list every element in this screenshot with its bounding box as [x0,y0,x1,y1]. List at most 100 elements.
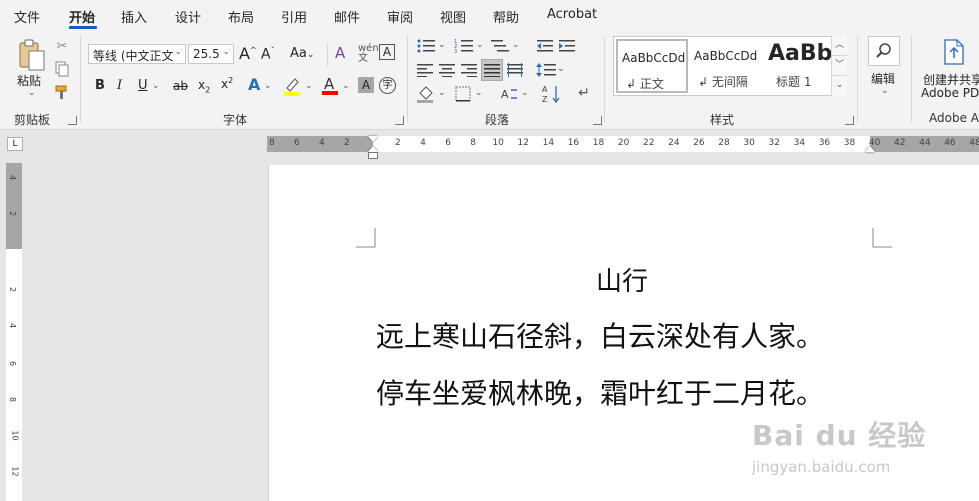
subscript-icon[interactable]: x2 [198,78,210,94]
chevron-down-icon[interactable]: ⌄ [475,88,483,98]
chevron-down-icon[interactable]: ⌄ [438,40,446,50]
more-styles-icon[interactable]: ⌄ [832,76,847,96]
asian-layout-icon[interactable]: A [499,85,519,103]
style-no-spacing[interactable]: AaBbCcDd ↲ 无间隔 [690,39,762,93]
tab-insert[interactable]: 插入 [121,7,147,26]
font-group-label: 字体 [223,113,248,127]
chevron-down-icon[interactable]: ⌄ [438,88,446,98]
tab-references[interactable]: 引用 [281,7,307,26]
line-spacing-icon[interactable] [536,61,556,79]
right-indent-marker[interactable] [865,146,875,152]
style-heading-1[interactable]: AaBb 标题 1 [764,39,836,93]
shrink-font-icon[interactable]: Aˇ [261,46,275,63]
increase-indent-icon[interactable] [558,37,576,55]
ruler-number: 32 [768,138,780,148]
chevron-down-icon[interactable]: ⌄ [557,64,565,74]
sort-icon[interactable]: AZ [542,84,562,104]
ruler-number: 10 [10,430,20,441]
tab-file[interactable]: 文件 [14,7,40,26]
ruler-number: 4 [8,322,18,329]
paragraph-launcher-icon[interactable] [593,116,602,125]
clipboard-launcher-icon[interactable] [68,116,77,125]
chevron-down-icon[interactable]: ⌄ [512,40,520,50]
tab-layout[interactable]: 布局 [228,7,254,26]
distributed-icon[interactable] [506,61,524,79]
style-name: 标题 1 [776,75,812,89]
align-right-icon[interactable] [460,61,478,79]
scroll-up-icon[interactable]: ︿ [832,36,847,56]
create-pdf-icon[interactable] [940,38,966,66]
decrease-indent-icon[interactable] [536,37,554,55]
vertical-ruler[interactable]: 4 2 2 4 6 8 10 12 [6,163,22,501]
highlight-icon[interactable] [283,76,301,96]
chevron-down-icon[interactable]: ⌄ [521,88,529,98]
strikethrough-icon[interactable]: ab [173,79,188,93]
align-center-icon[interactable] [438,61,456,79]
font-name-combo[interactable]: 等线 (中文正文 ⌄ [88,44,186,64]
adobe-pdf-label[interactable]: Adobe PDF [921,86,979,100]
bold-icon[interactable]: B [95,78,105,93]
character-shading-icon[interactable]: A [358,77,374,93]
ruler-number: 16 [567,138,580,148]
scroll-down-icon[interactable]: ﹀ [832,56,847,76]
align-left-icon[interactable] [416,61,434,79]
chevron-down-icon[interactable]: ⌄ [264,81,272,91]
tab-selector[interactable]: L [7,137,23,151]
numbering-icon[interactable]: 123 [454,37,474,55]
font-name-value: 等线 (中文正文 [93,49,174,63]
borders-icon[interactable] [454,85,472,103]
italic-icon[interactable]: I [117,78,122,93]
crop-mark [356,228,376,248]
paste-icon[interactable] [16,38,48,72]
justify-icon[interactable] [481,59,503,81]
left-indent-marker[interactable] [368,152,378,159]
style-gallery: AaBbCcDd ↲ 正文 AaBbCcDd ↲ 无间隔 AaBb 标题 1 [613,36,847,96]
tab-acrobat[interactable]: Acrobat [547,7,597,22]
multilevel-list-icon[interactable] [490,37,510,55]
chevron-down-icon: ⌄ [174,47,182,57]
paste-button[interactable]: 粘贴 [17,72,41,89]
chevron-down-icon[interactable]: ⌄ [881,86,889,96]
group-divider [80,36,81,122]
paste-dropdown-arrow-icon[interactable]: ⌄ [28,88,36,98]
character-border-icon[interactable]: A [379,44,395,60]
style-sample: AaBbCcDd [694,49,758,63]
chevron-down-icon[interactable]: ⌄ [342,81,350,91]
chevron-down-icon[interactable]: ⌄ [305,81,313,91]
clear-formatting-icon[interactable]: A [335,44,345,62]
cut-icon[interactable]: ✂ [54,38,70,54]
tab-home[interactable]: 开始 [69,7,95,26]
chevron-down-icon[interactable]: ⌄ [476,40,484,50]
format-painter-icon[interactable] [54,84,70,100]
copy-icon[interactable] [54,61,70,77]
superscript-icon[interactable]: x2 [221,76,233,91]
change-case-button[interactable]: Aa⌄ [290,46,314,61]
document-title[interactable]: 山行 [596,261,648,298]
enclose-characters-icon[interactable]: 字 [379,77,396,94]
font-launcher-icon[interactable] [395,116,404,125]
tab-help[interactable]: 帮助 [493,7,519,26]
ruler-number: 42 [894,138,906,148]
phonetic-guide-icon[interactable]: wén 文 [358,44,379,64]
underline-icon[interactable]: U [138,78,148,93]
tab-view[interactable]: 视图 [440,7,466,26]
horizontal-ruler[interactable]: 8 6 4 2 2 4 6 8 10 12 14 16 18 20 22 24 26 28 30 32 34 36 38 40… [267,136,979,152]
document-line[interactable]: 远上寒山石径斜，白云深处有人家。 [376,315,824,355]
tab-design[interactable]: 设计 [175,7,201,26]
show-paragraph-marks-icon[interactable]: ↵ [575,84,593,102]
text-effects-icon[interactable]: A [248,75,260,94]
editing-button[interactable]: 编辑 [871,70,895,87]
grow-font-icon[interactable]: A^ [239,44,257,63]
tab-review[interactable]: 审阅 [387,7,413,26]
shading-icon[interactable] [416,85,436,103]
document-line[interactable]: 停车坐爱枫林晚，霜叶红于二月花。 [376,372,824,412]
styles-launcher-icon[interactable] [845,116,854,125]
search-icon[interactable] [868,36,900,66]
style-normal[interactable]: AaBbCcDd ↲ 正文 [616,39,688,93]
first-line-indent-marker[interactable] [368,136,378,142]
font-size-combo[interactable]: 25.5 ⌄ [188,44,234,64]
bullets-icon[interactable] [416,37,436,55]
chevron-down-icon[interactable]: ⌄ [152,81,160,91]
font-color-icon[interactable]: A [321,75,339,96]
tab-mailings[interactable]: 邮件 [334,7,360,26]
